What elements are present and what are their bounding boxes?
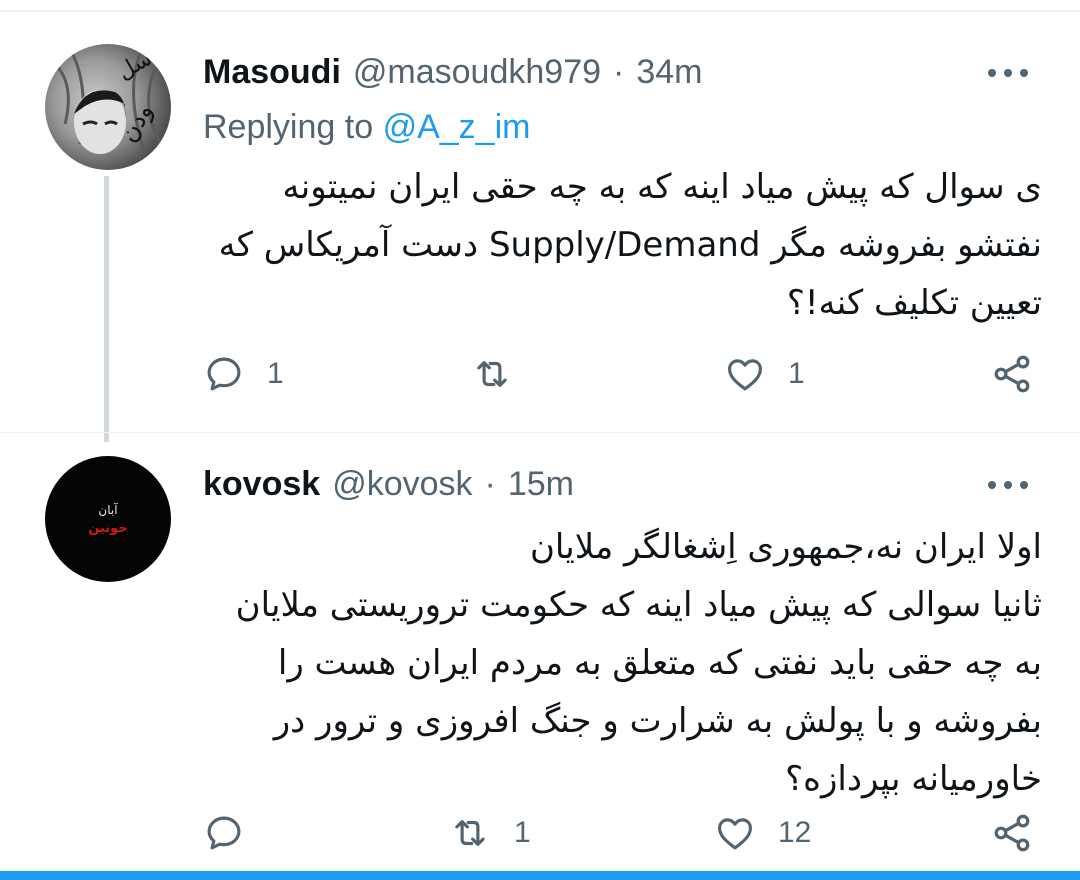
reply-button[interactable] (203, 808, 267, 858)
like-count: 12 (778, 816, 812, 849)
like-button[interactable]: 1 (724, 349, 805, 399)
tweet-text-line: به چه حقی باید نفتی که متعلق به مردم ایر… (277, 643, 1042, 683)
tweet-text-line: ثانیا سوالی که پیش میاد اینه که حکومت تر… (235, 585, 1042, 625)
separator-dot: · (484, 464, 496, 503)
share-icon (994, 355, 1030, 393)
reply-icon (207, 816, 241, 850)
display-name[interactable]: Masoudi (203, 53, 341, 92)
replying-prefix: Replying to (203, 108, 374, 146)
user-handle[interactable]: @kovosk (332, 465, 472, 504)
separator-dot: · (613, 52, 625, 91)
retweet-icon (455, 820, 485, 846)
display-name[interactable]: kovosk (203, 465, 320, 504)
tweet-text: اولا ایران نه،جمهوری اِشغالگر ملایان ثان… (203, 518, 1042, 808)
top-divider (0, 10, 1080, 12)
tweet-text: ی سوال که پیش میاد اینه که به چه حقی ایر… (203, 158, 1042, 332)
tweet-text-line: خاورمیانه بپردازه؟ (785, 759, 1042, 799)
more-icon[interactable] (988, 58, 1028, 88)
tweet-kovosk[interactable]: آبان خونین kovosk @kovosk · 15m اولا ایر… (0, 456, 1080, 866)
reply-icon (207, 357, 241, 391)
retweet-button[interactable]: 1 (448, 808, 531, 858)
tweet-masoudi[interactable]: سل ودن Masoudi @masoudkh979 · 34m Replyi… (0, 44, 1080, 414)
avatar[interactable]: سل ودن (45, 44, 171, 170)
tweet-text-line: اولا ایران نه،جمهوری اِشغالگر ملایان (529, 527, 1042, 567)
share-button[interactable] (990, 808, 1034, 858)
avatar-text-bottom: خونین (88, 521, 127, 536)
bottom-accent-bar (0, 871, 1080, 880)
user-handle[interactable]: @masoudkh979 (353, 53, 601, 92)
tweet-actions: 1 1 (0, 349, 1080, 399)
tweet-text-line: ی سوال که پیش میاد اینه که به چه حقی ایر… (282, 167, 1042, 207)
tweet-header: Masoudi @masoudkh979 · 34m (203, 50, 703, 94)
retweet-icon (477, 361, 507, 387)
reply-count: 1 (267, 357, 284, 390)
share-icon (994, 814, 1030, 852)
share-button[interactable] (990, 349, 1034, 399)
tweet-actions: 1 12 (0, 808, 1080, 858)
like-count: 1 (788, 357, 805, 390)
replying-mention-link[interactable]: @A_z_im (383, 108, 531, 146)
reply-button[interactable]: 1 (203, 349, 284, 399)
avatar[interactable]: آبان خونین (45, 456, 171, 582)
timestamp[interactable]: 34m (636, 53, 702, 92)
more-icon[interactable] (988, 470, 1028, 500)
replying-to: Replying to @A_z_im (203, 108, 530, 147)
tweet-text-line: بفروشه و با پولش به شرارت و جنگ افروزی و… (273, 701, 1042, 741)
retweet-count: 1 (514, 816, 531, 849)
tweet-text-line: تعیین تکلیف کنه!؟ (786, 283, 1042, 323)
avatar-image: سل ودن (53, 46, 162, 155)
avatar-text-top: آبان (98, 502, 118, 517)
avatar-image: آبان خونین (88, 502, 127, 536)
like-button[interactable]: 12 (714, 808, 811, 858)
tweet-header: kovosk @kovosk · 15m (203, 462, 574, 506)
heart-icon (728, 359, 762, 391)
tweet-divider (0, 432, 1080, 433)
timestamp[interactable]: 15m (508, 465, 574, 504)
retweet-button[interactable] (470, 349, 536, 399)
heart-icon (718, 818, 752, 850)
tweet-text-line: نفتشو بفروشه مگر Supply/Demand دست آمریک… (218, 225, 1042, 265)
